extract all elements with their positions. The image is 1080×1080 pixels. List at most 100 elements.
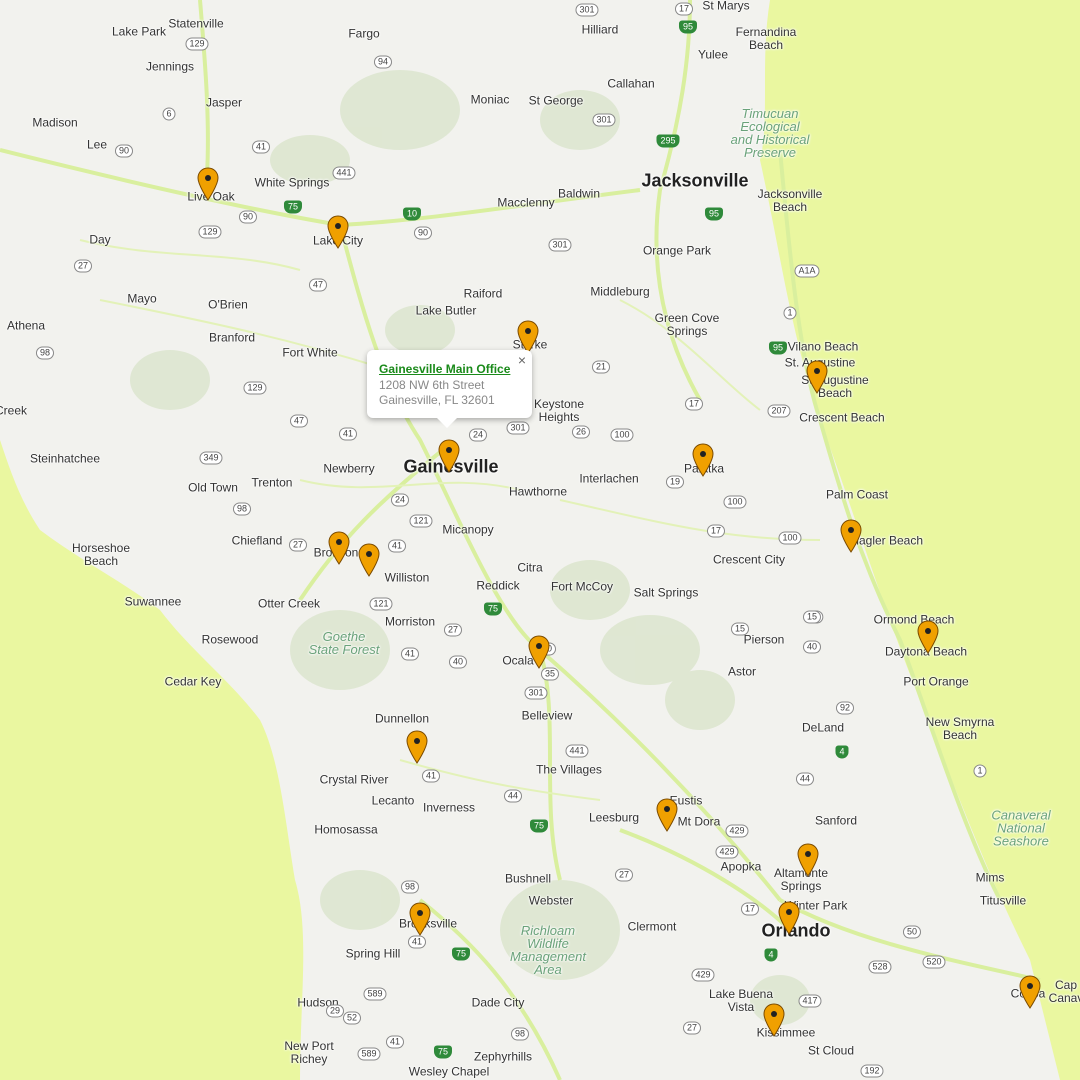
place-label-micanopy: Micanopy: [442, 522, 494, 537]
place-label-st-marys: St Marys: [702, 0, 750, 13]
map-canvas[interactable]: Lake Park Statenville Fargo Hilliard St Mary…: [0, 0, 1080, 1080]
highway-shield: 27: [682, 1021, 702, 1035]
place-label-rosewood: Rosewood: [201, 632, 259, 647]
office-marker-pin-icon[interactable]: [517, 320, 539, 354]
office-marker-pin-icon[interactable]: [197, 167, 219, 201]
place-label-orange-park: Orange Park: [642, 243, 712, 258]
highway-shield: 589: [363, 987, 387, 1001]
place-label-richloam-wildlife-management-area: Richloam Wildlife Management Area: [510, 923, 586, 977]
highway-shield: 47: [308, 278, 328, 292]
highway-shield: 52: [342, 1011, 362, 1025]
highway-shield: 44: [503, 789, 523, 803]
place-label-chiefland: Chiefland: [231, 533, 283, 548]
place-label-lake-butler: Lake Butler: [415, 303, 477, 318]
place-label-cedar-key: Cedar Key: [164, 674, 222, 689]
place-label-statenville: Statenville: [168, 16, 224, 31]
highway-shield: 301: [506, 421, 530, 435]
office-marker-pin-icon[interactable]: [409, 902, 431, 936]
highway-shield: 27: [443, 623, 463, 637]
highway-shield: 19: [665, 475, 685, 489]
highway-shield: 98: [510, 1027, 530, 1041]
highway-shield: 129: [185, 37, 209, 51]
place-label-mt-dora: Mt Dora: [677, 814, 721, 829]
place-label-trenton: Trenton: [251, 475, 293, 490]
highway-shield: 95: [678, 20, 698, 34]
place-label-fort-white: Fort White: [282, 345, 338, 360]
place-label-port-orange: Port Orange: [903, 674, 969, 689]
highway-shield: 301: [548, 238, 572, 252]
place-label-bushnell: Bushnell: [504, 871, 552, 886]
office-marker-pin-icon[interactable]: [797, 843, 819, 877]
office-address-city: Gainesville, FL 32601: [379, 393, 495, 407]
place-label-astor: Astor: [727, 664, 757, 679]
place-label-baldwin: Baldwin: [557, 186, 601, 201]
place-label-homosassa: Homosassa: [314, 822, 378, 837]
highway-shield: 40: [802, 640, 822, 654]
office-name-link[interactable]: Gainesville Main Office: [379, 362, 510, 376]
office-marker-pin-icon[interactable]: [328, 531, 350, 565]
place-label-st-cloud: St Cloud: [807, 1043, 855, 1058]
highway-shield: 441: [565, 744, 589, 758]
office-marker-pin-icon[interactable]: [406, 730, 428, 764]
highway-shield: 35: [540, 667, 560, 681]
office-marker-pin-icon[interactable]: [656, 798, 678, 832]
highway-shield: 295: [656, 134, 680, 148]
highway-shield: 207: [767, 404, 791, 418]
office-marker-pin-icon[interactable]: [806, 360, 828, 394]
office-marker-pin-icon[interactable]: [763, 1003, 785, 1037]
place-label-otter-creek: Otter Creek: [257, 596, 321, 611]
place-label-crescent-city: Crescent City: [712, 552, 786, 567]
place-label-titusville: Titusville: [979, 893, 1027, 908]
place-label-goethe-state-forest: Goethe State Forest: [308, 629, 380, 657]
highway-shield: 90: [413, 226, 433, 240]
place-label-deland: DeLand: [801, 720, 845, 735]
highway-shield: 417: [798, 994, 822, 1008]
place-label-pierson: Pierson: [743, 632, 785, 647]
highway-shield: 41: [421, 769, 441, 783]
place-label-st-george: St George: [528, 93, 584, 108]
office-marker-pin-icon[interactable]: [778, 901, 800, 935]
office-marker-pin-icon[interactable]: [692, 443, 714, 477]
place-label-ormond-beach: Ormond Beach: [873, 612, 955, 627]
highway-shield: 98: [400, 880, 420, 894]
place-label-lee: Lee: [86, 137, 108, 152]
highway-shield: 41: [387, 539, 407, 553]
office-marker-pin-icon[interactable]: [917, 620, 939, 654]
place-label-leesburg: Leesburg: [588, 810, 640, 825]
place-label-steinhatchee: Steinhatchee: [29, 451, 101, 466]
place-label-newberry: Newberry: [323, 461, 375, 476]
place-label-mims: Mims: [975, 870, 1005, 885]
highway-shield: 44: [795, 772, 815, 786]
highway-shield: 15: [802, 610, 822, 624]
office-marker-pin-icon[interactable]: [358, 543, 380, 577]
office-marker-pin-icon[interactable]: [327, 215, 349, 249]
place-label-old-town: Old Town: [188, 480, 238, 495]
highway-shield: 94: [373, 55, 393, 69]
place-label-new-smyrna-beach: New Smyrna Beach: [925, 715, 995, 742]
office-marker-pin-icon[interactable]: [1019, 975, 1041, 1009]
place-label-dunnellon: Dunnellon: [374, 711, 430, 726]
place-label-yulee: Yulee: [697, 47, 729, 62]
highway-shield: A1A: [794, 264, 820, 278]
place-label-athena: Athena: [6, 318, 46, 333]
place-label-middleburg: Middleburg: [590, 284, 650, 299]
highway-shield: 41: [385, 1035, 405, 1049]
highway-shield: 92: [835, 701, 855, 715]
highway-shield: 75: [483, 602, 503, 616]
office-marker-pin-icon[interactable]: [840, 519, 862, 553]
close-icon[interactable]: ×: [518, 352, 526, 368]
highway-shield: 27: [614, 868, 634, 882]
highway-shield: 95: [704, 207, 724, 221]
office-marker-pin-icon[interactable]: [528, 635, 550, 669]
highway-shield: 121: [369, 597, 393, 611]
place-label-canaveral-national-seashore: Canaveral National Seashore: [991, 807, 1051, 849]
highway-shield: 100: [723, 495, 747, 509]
highway-shield: 301: [524, 686, 548, 700]
place-label-mayo: Mayo: [127, 291, 157, 306]
info-window: Gainesville Main Office 1208 NW 6th Stre…: [367, 350, 532, 428]
place-label-day: Day: [89, 232, 111, 247]
place-label-o-brien: O'Brien: [208, 297, 248, 312]
highway-shield: 192: [860, 1064, 884, 1078]
office-marker-pin-icon[interactable]: [438, 439, 460, 473]
highway-shield: 121: [409, 514, 433, 528]
